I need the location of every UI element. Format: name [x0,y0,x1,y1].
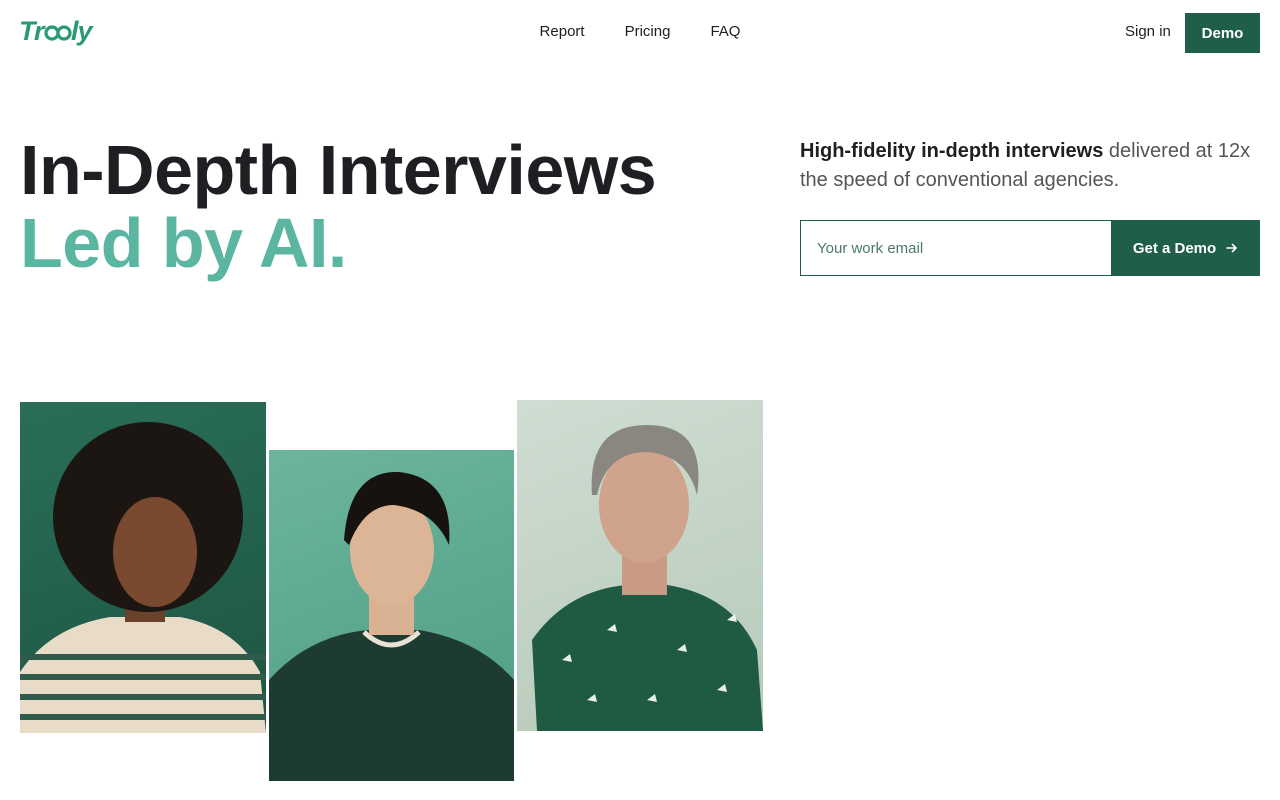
arrow-right-icon [1226,243,1237,253]
sign-in-link[interactable]: Sign in [1125,22,1171,42]
main-nav: Report Pricing FAQ [0,22,1280,42]
get-demo-label: Get a Demo [1132,239,1217,257]
nav-report[interactable]: Report [540,22,585,42]
nav-faq[interactable]: FAQ [710,22,740,42]
portrait-older-man-photo [517,400,763,731]
nav-pricing[interactable]: Pricing [625,22,671,42]
hero-headline-accent: Led by AI. [20,204,347,282]
hero-headline: In-Depth Interviews [20,131,657,209]
trooly-logo-icon: Tr ly [19,16,96,46]
svg-text:Tr: Tr [19,16,46,46]
portrait-man-sweater-photo [269,450,514,781]
demo-signup-form: Get a Demo [800,220,1260,276]
get-demo-button[interactable]: Get a Demo [1111,220,1260,276]
lede-strong: High-fidelity in-depth interviews [800,140,1104,162]
svg-text:ly: ly [71,16,95,46]
demo-button[interactable]: Demo [1185,13,1260,53]
brand-logo[interactable]: Tr ly [19,14,99,48]
work-email-input[interactable] [800,220,1111,276]
hero-lede: High-fidelity in-depth interviews delive… [800,137,1260,195]
portrait-woman-photo [20,402,266,733]
